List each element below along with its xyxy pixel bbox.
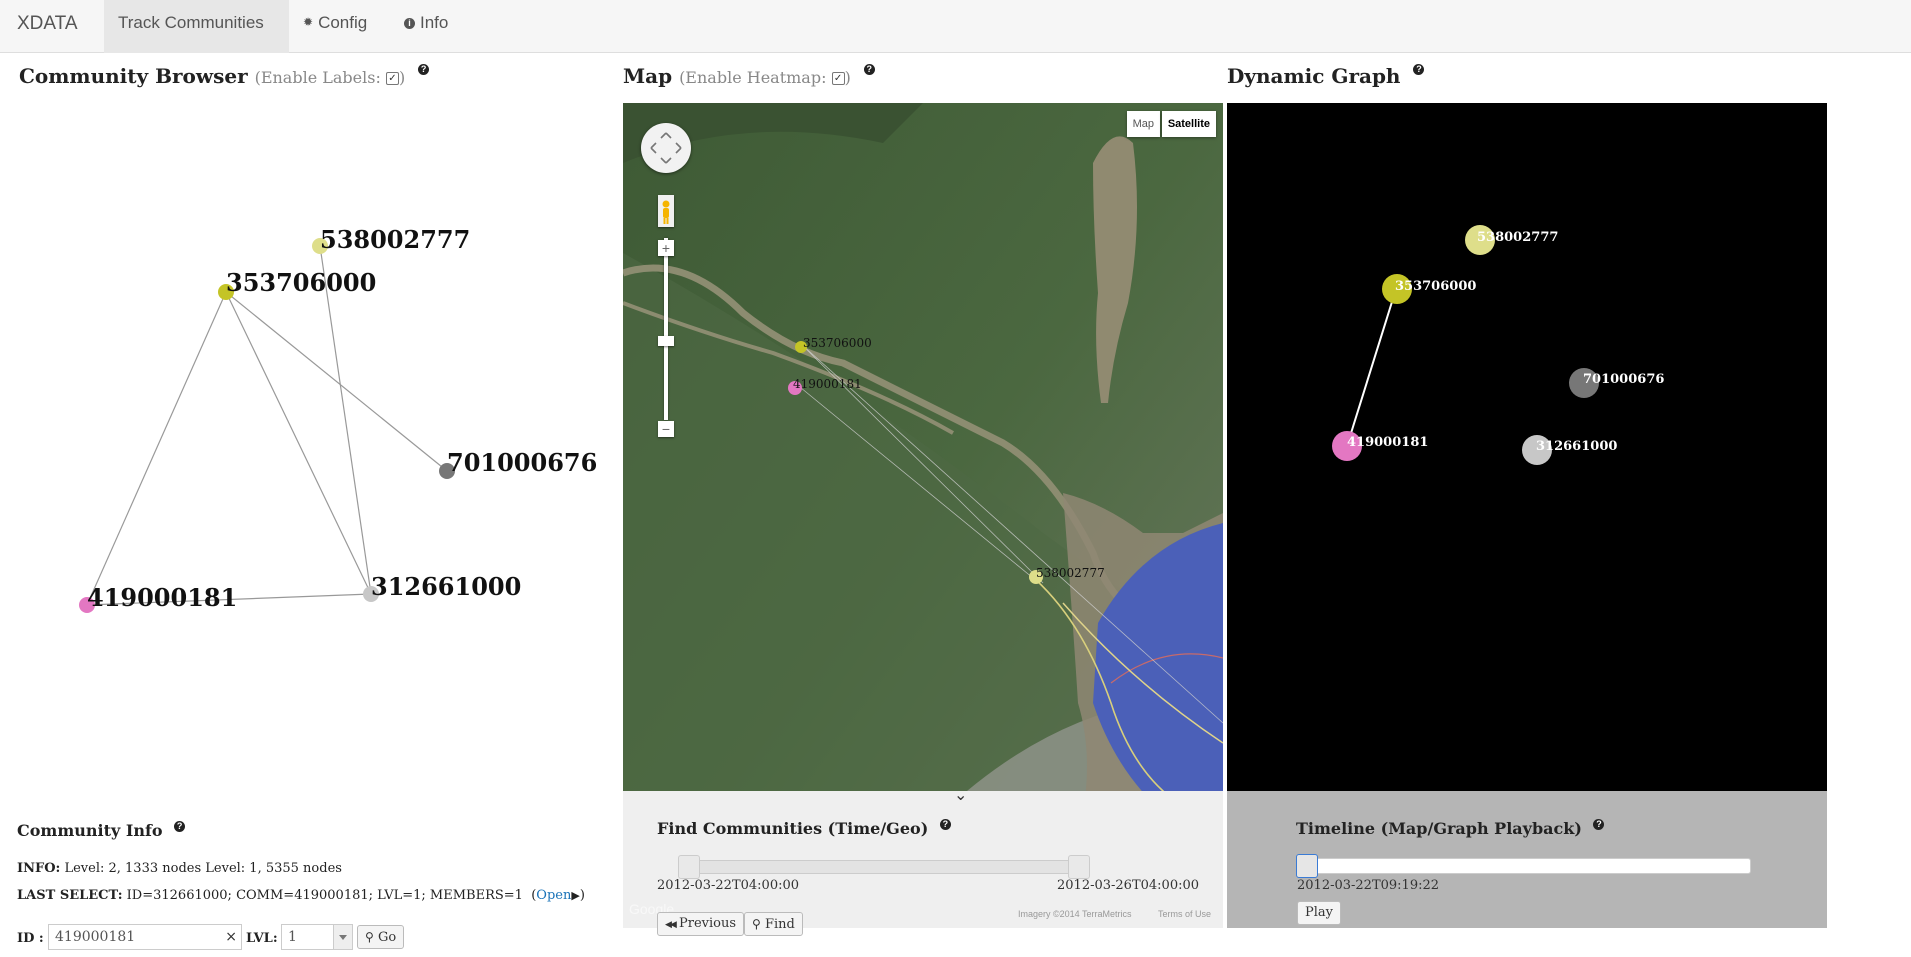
find-button[interactable]: ⚲ Find [744,912,803,936]
enable-heatmap-close: ) [844,68,851,87]
node-label: 353706000 [226,268,376,297]
id-input-value: 419000181 [55,929,136,945]
lvl-select-value: 1 [288,929,297,945]
find-button-label: Find [764,917,795,932]
time-range-end: 2012-03-26T04:00:00 [1057,878,1200,893]
map-title-text: Map [623,64,673,88]
navbar: XDATA Track Communities ✹ Config i Info [0,0,1911,53]
edge [225,291,448,472]
imagery-attribution: Imagery ©2014 TerraMetrics [1018,909,1132,919]
dynamic-graph-svg: 538002777 353706000 701000676 419000181 … [1332,225,1664,465]
enable-labels-open: (Enable Labels: [254,68,381,87]
gear-icon: ✹ [303,15,314,29]
find-communities-title-text: Find Communities (Time/Geo) [657,819,929,838]
dynamic-graph-canvas[interactable]: 538002777 353706000 701000676 419000181 … [1227,103,1827,791]
tab-config-label: Config [318,13,368,32]
info-label: INFO: [17,861,61,876]
find-communities-title: Find Communities (Time/Geo) ? [657,819,951,838]
map-canvas[interactable]: + − Map Satellite 353706000 419000181 53… [623,103,1223,791]
last-select-line: LAST SELECT: ID=312661000; COMM=41900018… [17,888,585,903]
clear-icon[interactable]: × [225,925,237,949]
help-icon[interactable]: ? [174,821,186,832]
dynamic-graph-title-text: Dynamic Graph [1227,64,1401,88]
node-label: 538002777 [320,225,470,254]
enable-heatmap-checkbox[interactable]: ✓ [831,72,845,85]
previous-button-label: Previous [678,916,737,931]
timeline-title: Timeline (Map/Graph Playback) ? [1296,819,1605,838]
help-icon[interactable]: ? [939,819,951,830]
community-browser-graph[interactable]: 538002777 353706000 701000676 419000181 … [0,100,610,660]
info-text: Level: 2, 1333 nodes Level: 1, 5355 node… [64,861,342,876]
map-marker-label: 538002777 [1036,566,1105,580]
help-icon[interactable]: ? [418,64,430,75]
node-label: 538002777 [1477,230,1558,245]
enable-labels-checkbox[interactable]: ✓ [385,72,399,85]
community-browser-title: Community Browser (Enable Labels: ✓) ? [19,64,430,88]
node-label: 312661000 [1536,439,1617,454]
previous-button[interactable]: ◀◀ Previous [657,912,745,936]
time-range-slider-track[interactable] [678,860,1090,874]
id-label: ID : [17,931,44,946]
search-icon: ⚲ [752,917,761,931]
last-select-label: LAST SELECT: [17,888,123,903]
time-range-end-handle[interactable] [1068,855,1090,879]
chevron-down-icon [333,925,352,949]
dynamic-graph-title: Dynamic Graph ? [1227,64,1425,88]
info-icon: i [404,18,415,29]
timeline-slider-track[interactable] [1297,858,1751,874]
help-icon[interactable]: ? [863,64,875,75]
open-link[interactable]: Open [536,888,571,903]
play-arrow-icon[interactable]: ▶ [571,889,579,902]
tab-track-communities[interactable]: Track Communities [104,0,289,53]
timeline-panel: Timeline (Map/Graph Playback) ? 2012-03-… [1227,791,1827,928]
rewind-icon: ◀◀ [665,920,677,930]
node-label: 419000181 [87,583,237,612]
timeline-current-time: 2012-03-22T09:19:22 [1297,878,1440,893]
map-title: Map (Enable Heatmap: ✓) ? [623,64,875,88]
community-info-title-text: Community Info [17,821,163,840]
tab-info[interactable]: i Info [390,0,462,53]
node-label: 353706000 [1395,279,1476,294]
brand[interactable]: XDATA [17,13,78,35]
help-icon[interactable]: ? [1593,819,1605,830]
community-info-title: Community Info ? [17,821,186,840]
lvl-label: LVL: [246,931,278,946]
node-label: 701000676 [1583,372,1664,387]
find-communities-panel: ⌄ Find Communities (Time/Geo) ? 2012-03-… [623,785,1223,936]
tab-info-label: Info [420,13,449,32]
collapse-chevron-icon[interactable]: ⌄ [954,785,967,804]
go-button[interactable]: ⚲ Go [357,925,405,949]
enable-labels-close: ) [398,68,406,87]
enable-heatmap-open: (Enable Heatmap: [679,68,827,87]
timeline-title-text: Timeline (Map/Graph Playback) [1296,819,1582,838]
map-markers: 353706000 419000181 538002777 [788,336,1105,584]
map-marker-label: 419000181 [793,377,862,391]
tab-track-communities-label: Track Communities [118,13,264,32]
edge [1346,288,1397,447]
node-label: 701000676 [447,448,597,477]
time-range-start-handle[interactable] [678,855,700,879]
timeline-slider-handle[interactable] [1296,854,1318,878]
map-marker-label: 353706000 [803,336,872,350]
edge [86,291,227,606]
lvl-select[interactable]: 1 [281,924,353,950]
node-label: 419000181 [1347,435,1428,450]
search-icon: ⚲ [365,930,374,944]
last-select-text: ID=312661000; COMM=419000181; LVL=1; MEM… [126,888,523,903]
chevron-down-svg [339,935,347,940]
enable-heatmap-option: (Enable Heatmap: ✓) [679,68,851,87]
help-icon[interactable]: ? [1413,64,1425,75]
id-input[interactable]: 419000181 × [48,924,242,950]
node-label: 312661000 [371,572,521,601]
terms-of-use-link[interactable]: Terms of Use [1158,909,1211,919]
tab-config[interactable]: ✹ Config [289,0,381,53]
community-browser-title-text: Community Browser [19,64,248,88]
play-button[interactable]: Play [1297,901,1341,925]
go-button-label: Go [377,930,397,945]
enable-labels-option: (Enable Labels: ✓) [255,68,406,87]
info-line: INFO: Level: 2, 1333 nodes Level: 1, 535… [17,861,342,876]
time-range-start: 2012-03-22T04:00:00 [657,878,800,893]
close-paren: ) [579,888,585,903]
